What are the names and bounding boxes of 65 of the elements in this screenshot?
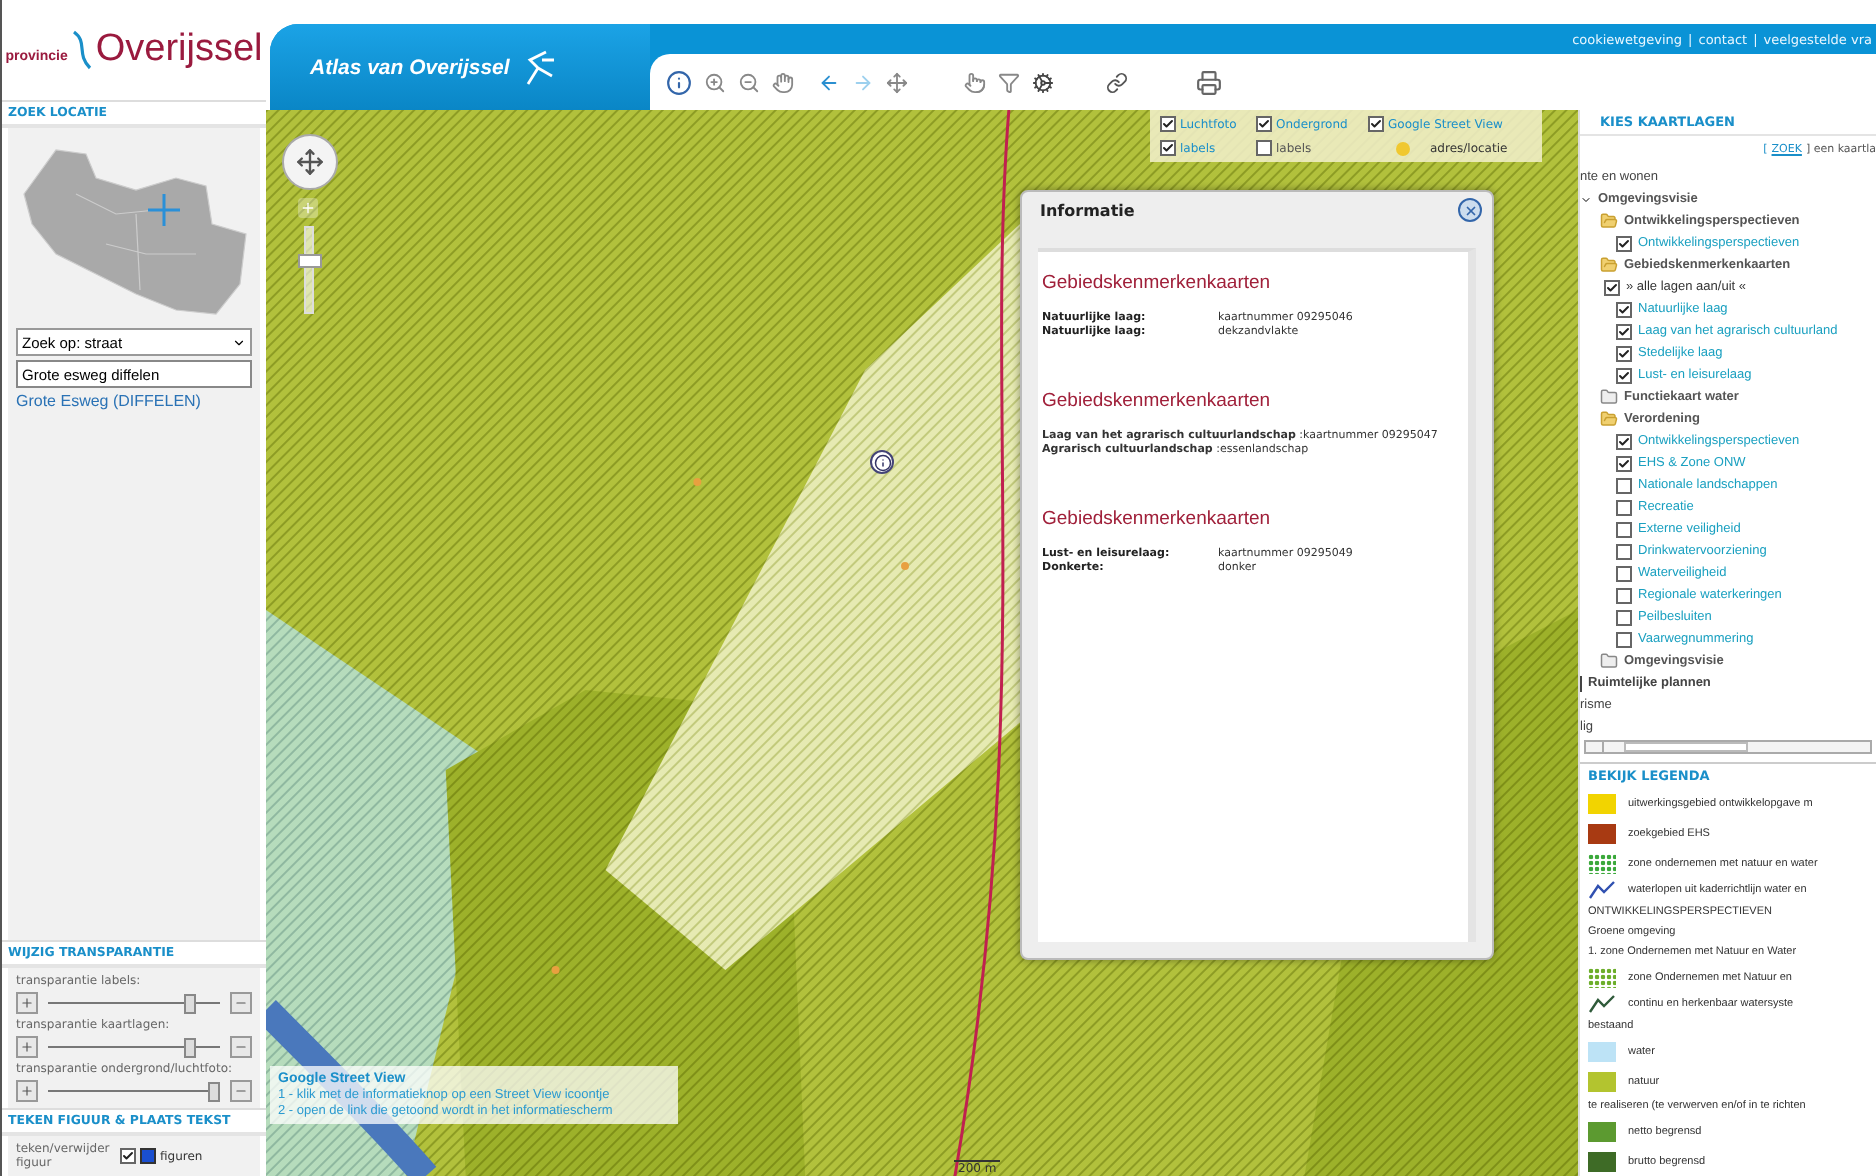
location-dot-icon [1396,141,1410,155]
result-link[interactable]: Grote Esweg (DIFFELEN) [16,392,252,410]
runner-logo-icon [521,47,558,87]
plus-icon [20,996,34,1010]
slider-thumb[interactable] [184,993,197,1013]
section-title: Gebiedskenmerkenkaarten [1042,272,1273,294]
square-icon [140,1148,156,1164]
checkbox[interactable] [1616,587,1632,603]
move-icon[interactable] [886,71,908,93]
checkbox[interactable] [1616,477,1632,493]
checkbox[interactable] [1160,116,1176,132]
filter-icon[interactable] [998,71,1020,93]
gear-icon[interactable] [1032,71,1054,93]
info-icon[interactable] [666,69,692,95]
checkbox[interactable] [1616,609,1632,625]
minus-button[interactable] [230,992,252,1014]
zoom-in-icon[interactable] [704,71,726,93]
hand-icon[interactable] [772,71,794,93]
checkbox[interactable] [1616,565,1632,581]
plus-button[interactable] [16,1080,38,1102]
checkbox[interactable] [1256,116,1272,132]
minus-icon [234,1040,248,1054]
slider-thumb[interactable] [208,1081,221,1101]
checkbox[interactable] [1616,521,1632,537]
checkbox[interactable] [1616,433,1632,449]
checkbox[interactable] [1616,345,1632,361]
checkbox[interactable] [1616,455,1632,471]
plus-icon [20,1084,34,1098]
checkbox[interactable] [1616,543,1632,559]
minus-button[interactable] [230,1080,252,1102]
checkbox[interactable] [1616,367,1632,383]
checkbox[interactable] [1616,323,1632,339]
link-icon[interactable] [1106,71,1128,93]
checkbox[interactable] [1368,116,1384,132]
close-button[interactable] [1458,198,1482,222]
checkbox[interactable] [120,1148,136,1164]
checkbox[interactable] [1160,140,1176,156]
plus-icon [20,1040,34,1054]
popup-title: Informatie [1040,201,1135,219]
checkbox[interactable] [1256,140,1272,156]
pointer-icon[interactable] [964,71,986,93]
section-title: Gebiedskenmerkenkaarten [1042,390,1273,412]
printer-icon[interactable] [1196,69,1222,95]
checkbox[interactable] [1616,499,1632,515]
checkbox[interactable] [1616,235,1632,251]
swoosh-icon [71,30,92,70]
checkbox[interactable] [1604,279,1620,295]
minus-button[interactable] [230,1036,252,1058]
minus-icon [234,1084,248,1098]
section-title: Gebiedskenmerkenkaarten [1042,508,1273,530]
app-title: Atlas van Overijssel [310,55,510,79]
logo-text: Overijssel [95,28,263,72]
plus-button[interactable] [16,1036,38,1058]
dropdown-caret-icon [232,335,246,349]
checkbox[interactable] [1616,631,1632,647]
close-icon [1463,203,1477,217]
slider-thumb[interactable] [184,1037,197,1057]
plus-button[interactable] [16,992,38,1014]
arrow-left-icon[interactable] [818,71,840,93]
expanded-icon[interactable] [1580,193,1592,205]
checkbox[interactable] [1616,301,1632,317]
folder-icon[interactable] [1600,652,1618,670]
minus-icon [234,996,248,1010]
scrollbar[interactable] [1584,740,1872,754]
zoom-out-icon[interactable] [738,71,760,93]
